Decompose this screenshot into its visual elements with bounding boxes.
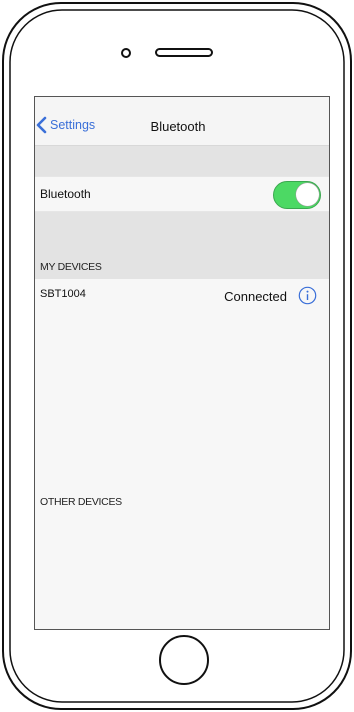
front-camera (121, 48, 131, 58)
home-button[interactable] (159, 635, 209, 685)
bluetooth-setting-row: Bluetooth (35, 176, 329, 212)
device-status: Connected (224, 289, 287, 304)
toggle-knob (296, 183, 319, 206)
page-title: Bluetooth (150, 119, 206, 134)
bluetooth-toggle[interactable] (273, 181, 321, 209)
my-devices-section-header: MY DEVICES (35, 212, 329, 279)
section-spacer (35, 146, 329, 176)
other-devices-header-label: OTHER DEVICES (40, 496, 122, 508)
device-list-area: SBT1004 Connected OTHER DEVICES (35, 279, 329, 629)
phone-screen: Settings Bluetooth Bluetooth MY DEVICES … (34, 96, 330, 630)
info-icon[interactable] (298, 286, 317, 305)
navigation-bar: Settings Bluetooth (35, 97, 329, 146)
my-devices-header-label: MY DEVICES (40, 261, 102, 273)
device-row-sbt1004[interactable]: SBT1004 Connected (35, 279, 329, 313)
bluetooth-setting-label: Bluetooth (40, 187, 91, 201)
earpiece-speaker (155, 48, 213, 57)
device-name: SBT1004 (40, 288, 86, 300)
